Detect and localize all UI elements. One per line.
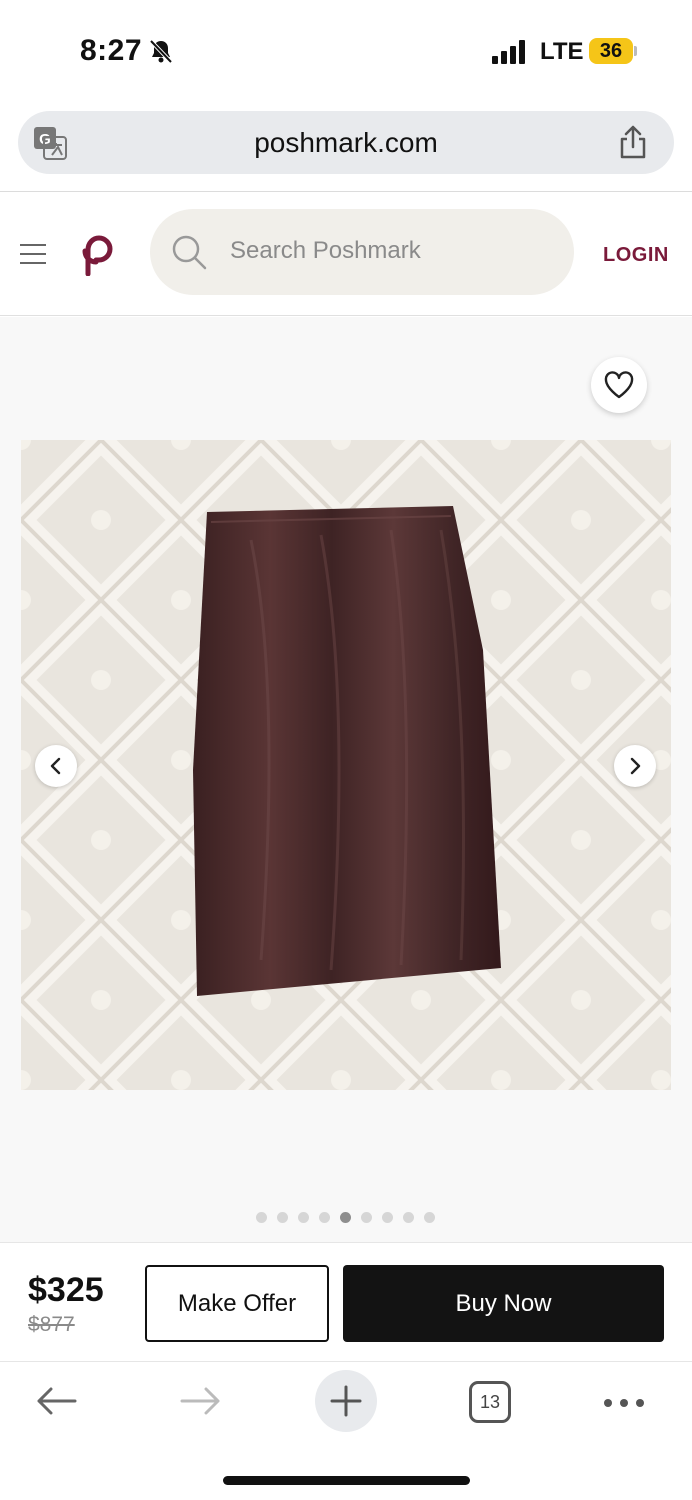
url-text[interactable]: poshmark.com xyxy=(18,127,674,159)
forward-arrow-icon[interactable] xyxy=(180,1386,222,1416)
plus-icon xyxy=(330,1385,362,1417)
chevron-right-icon xyxy=(630,757,641,775)
search-icon xyxy=(172,235,207,270)
product-photo[interactable] xyxy=(21,440,671,1090)
back-arrow-icon[interactable] xyxy=(35,1386,77,1416)
login-link[interactable]: LOGIN xyxy=(603,244,669,267)
battery-tip xyxy=(634,46,637,56)
purchase-bar: $325 $877 Make Offer Buy Now xyxy=(0,1242,692,1362)
next-image-button[interactable] xyxy=(614,745,656,787)
chevron-left-icon xyxy=(50,757,61,775)
bell-muted-icon xyxy=(149,39,173,64)
status-time: 8:27 xyxy=(80,34,143,67)
skirt-photo-image xyxy=(21,440,671,1090)
listing-price: $325 xyxy=(28,1271,104,1309)
carousel-dots xyxy=(256,1212,435,1224)
carousel-dot[interactable] xyxy=(340,1212,351,1223)
hamburger-menu-icon[interactable] xyxy=(20,244,46,264)
carousel-dot[interactable] xyxy=(382,1212,393,1223)
carousel-dot[interactable] xyxy=(256,1212,267,1223)
product-gallery xyxy=(0,317,692,1242)
poshmark-listing-page: 8:27 LTE 36 G poshmark.com Search Poshma… xyxy=(0,0,692,1500)
status-bar: 8:27 LTE 36 xyxy=(0,0,692,100)
network-type: LTE xyxy=(540,38,584,65)
carousel-dot[interactable] xyxy=(277,1212,288,1223)
site-header: Search Poshmark LOGIN xyxy=(0,192,692,316)
home-indicator xyxy=(223,1476,470,1485)
address-bar[interactable]: G poshmark.com xyxy=(18,111,674,174)
new-tab-button[interactable] xyxy=(315,1370,377,1432)
carousel-dot[interactable] xyxy=(298,1212,309,1223)
carousel-dot[interactable] xyxy=(361,1212,372,1223)
carousel-dot[interactable] xyxy=(424,1212,435,1223)
tab-switcher-button[interactable]: 13 xyxy=(469,1381,511,1423)
battery-indicator: 36 xyxy=(589,38,633,64)
search-bar[interactable]: Search Poshmark xyxy=(150,209,574,295)
search-placeholder[interactable]: Search Poshmark xyxy=(230,237,421,265)
poshmark-logo-icon[interactable] xyxy=(78,232,116,276)
carousel-dot[interactable] xyxy=(319,1212,330,1223)
share-icon[interactable] xyxy=(618,125,648,159)
heart-icon xyxy=(604,371,634,399)
original-price: $877 xyxy=(28,1313,75,1336)
carousel-dot[interactable] xyxy=(403,1212,414,1223)
make-offer-button[interactable]: Make Offer xyxy=(145,1265,329,1342)
previous-image-button[interactable] xyxy=(35,745,77,787)
more-options-icon[interactable] xyxy=(603,1398,645,1408)
like-button[interactable] xyxy=(591,357,647,413)
buy-now-button[interactable]: Buy Now xyxy=(343,1265,664,1342)
cell-signal-icon xyxy=(492,40,525,64)
